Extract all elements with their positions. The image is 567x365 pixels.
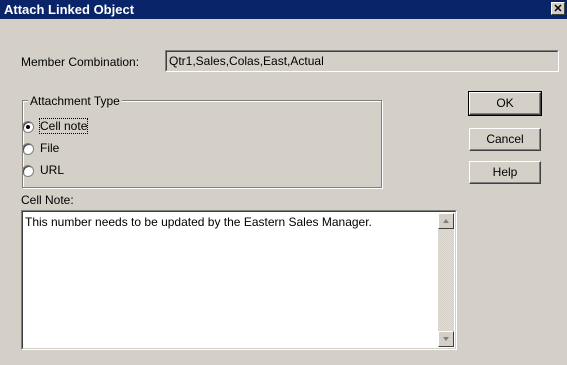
radio-cell-note-label[interactable]: Cell note [38, 118, 89, 134]
radio-selected-dot [26, 125, 30, 129]
vertical-scrollbar[interactable] [438, 213, 454, 347]
member-combination-label: Member Combination: [21, 55, 140, 69]
scroll-up-button[interactable] [438, 213, 454, 229]
member-combination-value: Qtr1,Sales,Colas,East,Actual [169, 54, 324, 68]
window-title: Attach Linked Object [4, 2, 135, 17]
attachment-type-group [22, 100, 382, 188]
radio-url[interactable] [22, 165, 34, 177]
cell-note-label: Cell Note: [21, 193, 74, 207]
cancel-button[interactable]: Cancel [469, 128, 541, 151]
cell-note-textarea[interactable]: This number needs to be updated by the E… [21, 210, 457, 350]
attachment-type-title: Attachment Type [28, 94, 122, 108]
help-button[interactable]: Help [469, 161, 541, 184]
radio-file-label[interactable]: File [40, 141, 59, 155]
cell-note-text: This number needs to be updated by the E… [25, 215, 372, 229]
radio-cell-note[interactable] [22, 121, 34, 133]
member-combination-field: Qtr1,Sales,Colas,East,Actual [165, 50, 559, 72]
arrow-up-icon [443, 219, 449, 223]
ok-button[interactable]: OK [468, 91, 542, 116]
radio-file[interactable] [22, 143, 34, 155]
title-bar: Attach Linked Object ✕ [0, 0, 567, 19]
close-button[interactable]: ✕ [551, 2, 565, 15]
close-icon: ✕ [553, 3, 563, 15]
arrow-down-icon [443, 337, 449, 341]
scroll-down-button[interactable] [438, 331, 454, 347]
radio-url-label[interactable]: URL [40, 163, 64, 177]
